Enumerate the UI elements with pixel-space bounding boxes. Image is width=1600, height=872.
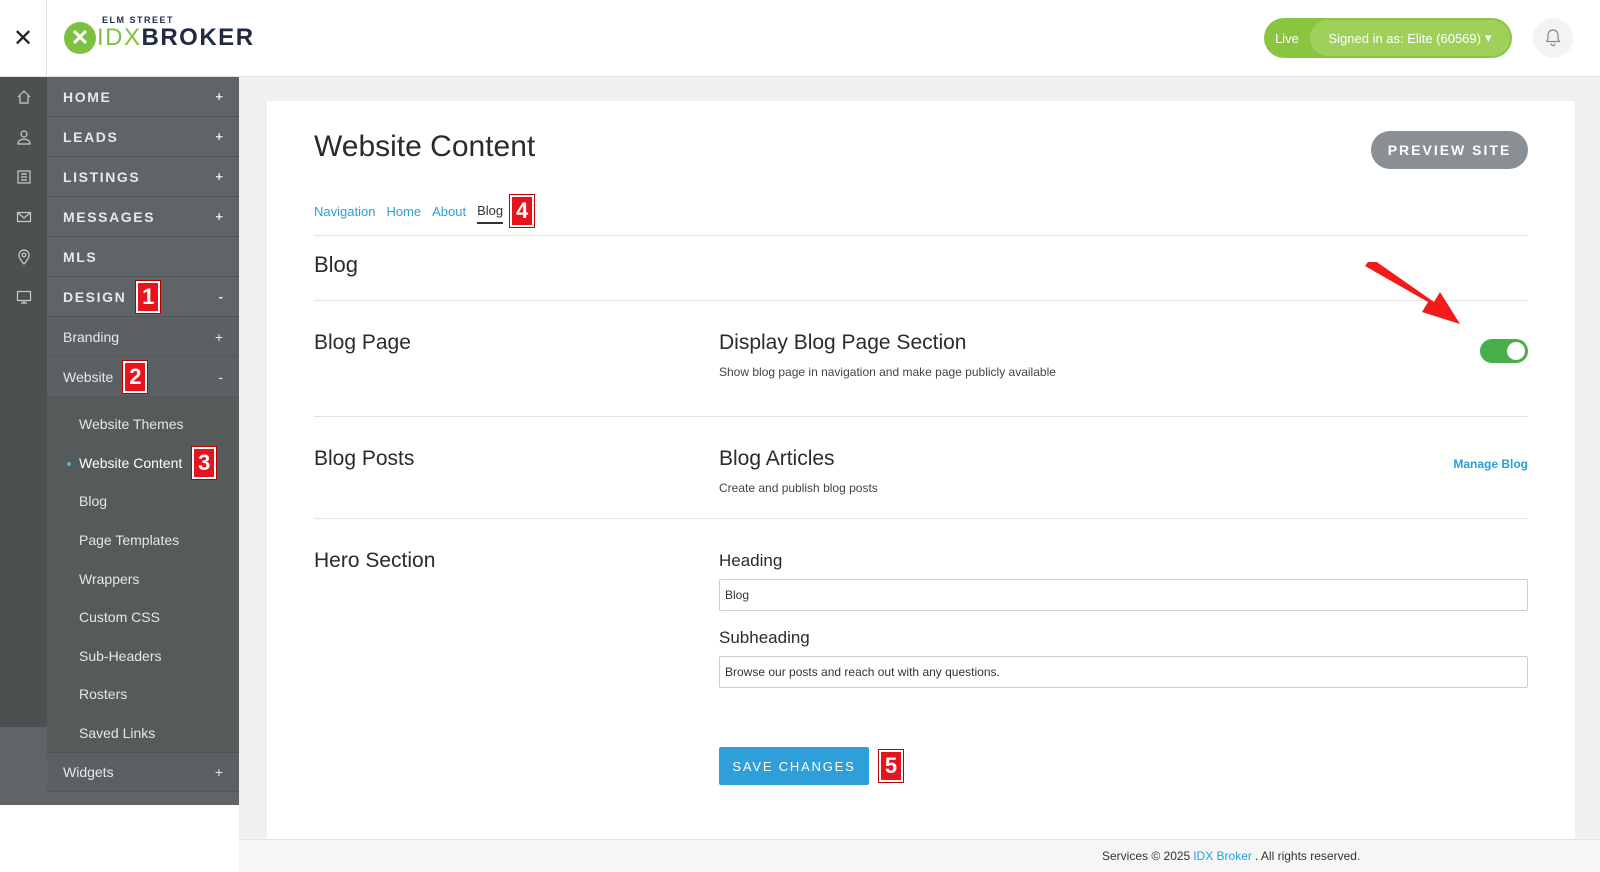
expand-icon: + (215, 89, 223, 104)
expand-icon: + (214, 328, 223, 345)
toggle-knob (1507, 342, 1525, 360)
divider (314, 518, 1528, 519)
user-icon[interactable] (0, 117, 47, 157)
logo-top-text: ELM STREET (102, 15, 175, 25)
sidebar-item-design[interactable]: DESIGN 1 - (47, 277, 239, 317)
sidebar-item-widgets[interactable]: Widgets + (47, 752, 239, 793)
content-card: Website Content PREVIEW SITE Navigation … (267, 101, 1575, 839)
logo: ✕ ELM STREET IDXBROKER (64, 15, 255, 58)
subheading-input[interactable] (719, 656, 1528, 688)
sidebar-item-listings[interactable]: LISTINGS + (47, 157, 239, 197)
annotation-badge-4: 4 (510, 195, 535, 227)
signed-in-label: Signed in as: Elite (60569) (1328, 30, 1481, 46)
account-dropdown[interactable]: Signed in as: Elite (60569) ▾ (1310, 20, 1510, 56)
footer: Services © 2025 IDX Broker . All rights … (239, 839, 1600, 872)
collapse-icon: - (218, 289, 223, 304)
sidebar-item-mls[interactable]: MLS (47, 237, 239, 277)
sidebar-item-website-content[interactable]: Website Content 3 (47, 444, 239, 483)
icon-rail (0, 77, 47, 727)
display-blog-title: Display Blog Page Section (719, 331, 967, 354)
sidebar-item-custom-css[interactable]: Custom CSS (47, 598, 239, 637)
heading-input[interactable] (719, 579, 1528, 611)
annotation-badge-1: 1 (136, 280, 161, 313)
heading-field-label: Heading (719, 551, 783, 570)
sidebar-item-label: Website (63, 368, 114, 385)
listings-icon[interactable] (0, 157, 47, 197)
website-submenu: Website Themes Website Content 3 Blog Pag… (47, 397, 239, 753)
account-pill: Live Signed in as: Elite (60569) ▾ (1264, 18, 1512, 58)
expand-icon: + (215, 129, 223, 144)
display-blog-toggle[interactable] (1480, 339, 1528, 363)
manage-blog-link[interactable]: Manage Blog (1453, 457, 1528, 471)
logo-broker-text: BROKER (141, 24, 255, 51)
blog-articles-description: Create and publish blog posts (719, 481, 878, 495)
mail-icon[interactable] (0, 197, 47, 237)
divider (314, 235, 1528, 236)
sidebar-item-label: LISTINGS (63, 168, 141, 185)
sidebar-item-website-themes[interactable]: Website Themes (47, 405, 239, 444)
collapse-icon: - (218, 368, 223, 385)
tab-home[interactable]: Home (386, 204, 421, 223)
sidebar-item-website[interactable]: Website 2 - (47, 357, 239, 397)
live-status[interactable]: Live (1264, 18, 1310, 58)
sidebar-item-label: LEADS (63, 128, 119, 145)
sidebar-item-label: Website Content (79, 454, 183, 471)
tab-about[interactable]: About (432, 204, 466, 223)
sidebar-item-leads[interactable]: LEADS + (47, 117, 239, 157)
sidebar-item-label: MLS (63, 248, 98, 265)
bell-icon (1545, 29, 1561, 47)
section-heading: Blog (314, 252, 359, 277)
expand-icon: + (215, 209, 223, 224)
tab-blog[interactable]: Blog (477, 203, 504, 224)
monitor-icon[interactable] (0, 277, 47, 317)
annotation-badge-5: 5 (879, 750, 903, 782)
sidebar-item-label: Widgets (63, 764, 114, 781)
sidebar-item-rosters[interactable]: Rosters (47, 675, 239, 714)
close-icon: ✕ (12, 25, 34, 52)
notifications-button[interactable] (1533, 18, 1573, 58)
home-icon[interactable] (0, 77, 47, 117)
sidebar-item-branding[interactable]: Branding + (47, 317, 239, 357)
tab-navigation[interactable]: Navigation (314, 204, 375, 223)
annotation-arrow-icon (1365, 262, 1460, 324)
footer-copyright: Services © 2025 (1102, 849, 1191, 863)
footer-rights: . All rights reserved. (1254, 849, 1361, 863)
preview-site-button[interactable]: PREVIEW SITE (1371, 131, 1528, 169)
expand-icon: + (215, 169, 223, 184)
blog-articles-title: Blog Articles (719, 447, 835, 470)
divider (314, 416, 1528, 417)
sidebar-item-label: MESSAGES (63, 208, 156, 225)
blog-posts-label: Blog Posts (314, 447, 415, 470)
display-blog-description: Show blog page in navigation and make pa… (719, 365, 1056, 379)
annotation-badge-2: 2 (123, 360, 148, 393)
sidebar: HOME + LEADS + LISTINGS + MESSAGES + MLS DES… (47, 77, 239, 805)
logo-idx-text: IDX (97, 24, 142, 51)
sidebar-item-saved-links[interactable]: Saved Links (47, 714, 239, 753)
sidebar-item-blog[interactable]: Blog (47, 482, 239, 521)
sidebar-item-label: HOME (63, 88, 112, 105)
annotation-badge-3: 3 (192, 446, 217, 479)
close-button[interactable]: ✕ (0, 0, 47, 77)
sidebar-item-wrappers[interactable]: Wrappers (47, 559, 239, 598)
save-changes-button[interactable]: SAVE CHANGES (719, 747, 869, 785)
expand-icon: + (214, 764, 223, 781)
logo-x-icon: ✕ (64, 22, 96, 54)
content-tabs: Navigation Home About Blog 4 (314, 195, 535, 227)
hero-section-label: Hero Section (314, 549, 436, 572)
divider (314, 300, 1528, 301)
sidebar-item-home[interactable]: HOME + (47, 77, 239, 117)
sidebar-item-label: Branding (63, 328, 120, 345)
sidebar-item-page-templates[interactable]: Page Templates (47, 521, 239, 560)
page-title: Website Content (314, 130, 536, 163)
blog-page-label: Blog Page (314, 331, 411, 354)
subheading-field-label: Subheading (719, 628, 810, 647)
caret-down-icon: ▾ (1484, 30, 1492, 45)
sidebar-item-label: DESIGN (63, 288, 127, 305)
top-bar: ✕ ✕ ELM STREET IDXBROKER Live Signed in … (0, 0, 1600, 77)
sidebar-item-messages[interactable]: MESSAGES + (47, 197, 239, 237)
sidebar-item-sub-headers[interactable]: Sub-Headers (47, 637, 239, 676)
map-pin-icon[interactable] (0, 237, 47, 277)
footer-idx-broker-link[interactable]: IDX Broker (1193, 849, 1252, 863)
